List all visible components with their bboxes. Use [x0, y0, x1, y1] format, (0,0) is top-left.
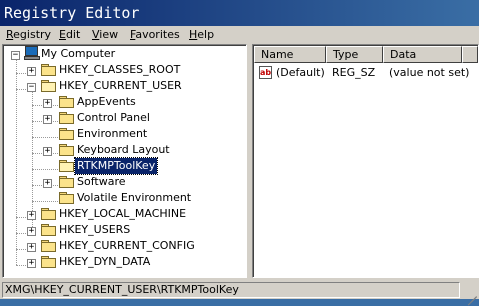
column-header-data[interactable]: Data	[383, 46, 462, 63]
tree-line	[32, 169, 58, 170]
menu-bar: Registry Edit View Favorites Help	[0, 26, 479, 43]
folder-icon	[41, 224, 56, 236]
folder-icon	[59, 112, 74, 124]
folder-icon	[59, 144, 74, 156]
tree-line	[16, 89, 26, 90]
expand-icon[interactable]: +	[27, 227, 36, 236]
tree-line	[16, 217, 26, 218]
column-header-name[interactable]: Name	[254, 46, 326, 63]
column-header-type[interactable]: Type	[326, 46, 383, 63]
values-list[interactable]: Name Type Data ab (Default) REG_SZ (valu…	[252, 44, 479, 278]
menu-registry[interactable]: Registry	[4, 26, 53, 43]
collapse-icon[interactable]: −	[27, 83, 36, 92]
string-value-icon: ab	[259, 66, 272, 79]
tree-line	[32, 201, 58, 202]
folder-icon	[59, 192, 74, 204]
folder-icon	[59, 128, 74, 140]
folder-icon	[41, 256, 56, 268]
menu-help[interactable]: Help	[187, 26, 216, 43]
folder-icon	[59, 176, 74, 188]
expand-icon[interactable]: +	[43, 115, 52, 124]
menu-favorites[interactable]: Favorites	[128, 26, 182, 43]
column-header-filler	[462, 46, 478, 63]
tree-line	[32, 137, 58, 138]
expand-icon[interactable]: +	[27, 67, 36, 76]
folder-icon	[59, 96, 74, 108]
registry-tree[interactable]: − My Computer + HKEY_CLASSES_ROOT − HKEY…	[2, 44, 247, 278]
tree-line	[16, 265, 26, 266]
computer-icon	[24, 46, 40, 60]
value-name: (Default)	[276, 66, 325, 79]
window-title: Registry Editor	[4, 4, 140, 22]
expand-icon[interactable]: +	[43, 99, 52, 108]
menu-view[interactable]: View	[90, 26, 120, 43]
tree-line	[16, 233, 26, 234]
folder-icon	[41, 64, 56, 76]
value-row-default[interactable]: ab (Default) REG_SZ (value not set)	[256, 65, 476, 81]
expand-icon[interactable]: +	[43, 179, 52, 188]
tree-line	[16, 249, 26, 250]
title-bar[interactable]: Registry Editor	[0, 0, 479, 26]
value-type: REG_SZ	[332, 66, 376, 79]
resize-grip-icon[interactable]	[465, 285, 477, 306]
value-data: (value not set)	[389, 66, 470, 79]
expand-icon[interactable]: +	[27, 243, 36, 252]
expand-icon[interactable]: +	[27, 259, 36, 268]
status-bar: XMG\HKEY_CURRENT_USER\RTKMPToolKey	[0, 281, 479, 306]
folder-icon	[41, 240, 56, 252]
expand-icon[interactable]: +	[27, 211, 36, 220]
registry-editor-window: Registry Editor Registry Edit View Favor…	[0, 0, 479, 306]
folder-icon	[41, 208, 56, 220]
open-folder-icon	[41, 80, 56, 92]
menu-edit[interactable]: Edit	[57, 26, 82, 43]
open-folder-icon	[59, 160, 74, 172]
status-path: XMG\HKEY_CURRENT_USER\RTKMPToolKey	[2, 282, 460, 298]
tree-line	[16, 73, 26, 74]
expand-icon[interactable]: +	[43, 147, 52, 156]
collapse-icon[interactable]: −	[11, 51, 20, 60]
